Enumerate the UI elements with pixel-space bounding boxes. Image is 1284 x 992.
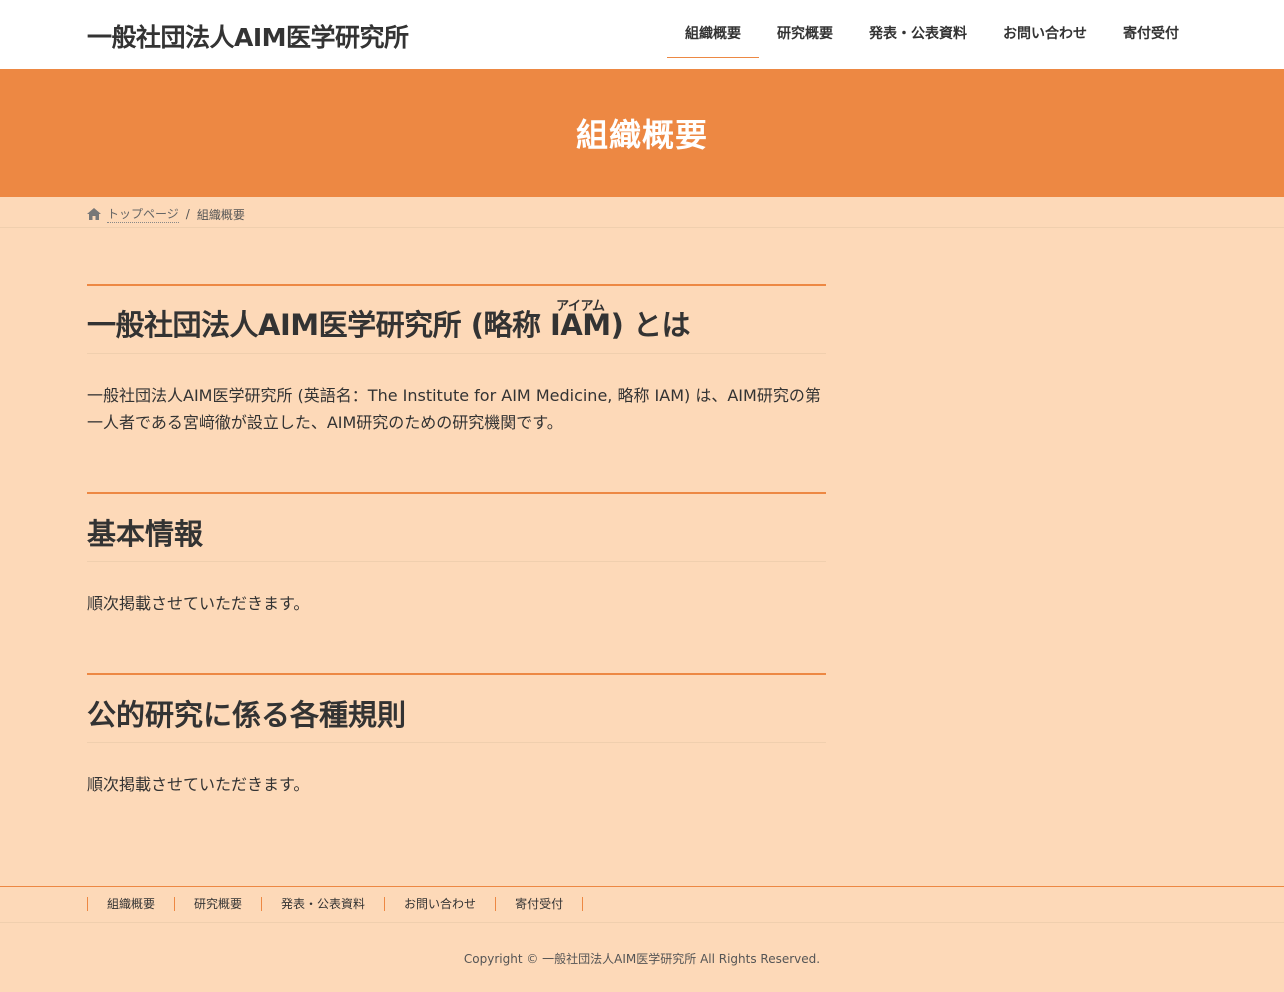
- footer-nav-research[interactable]: 研究概要: [175, 897, 263, 911]
- site-logo[interactable]: 一般社団法人AIM医学研究所: [87, 18, 409, 54]
- nav-item-publications[interactable]: 発表・公表資料: [851, 0, 985, 69]
- nav-item-research[interactable]: 研究概要: [759, 0, 851, 69]
- ruby-word-iam: アイアム IAM: [550, 299, 611, 342]
- page-header: 組織概要: [0, 69, 1284, 197]
- section-body-rules: 順次掲載させていただきます。: [87, 775, 310, 794]
- nav-item-organization[interactable]: 組織概要: [667, 0, 759, 69]
- footer-nav-donation[interactable]: 寄付受付: [496, 897, 584, 911]
- page-title: 組織概要: [575, 116, 708, 154]
- breadcrumb: トップページ / 組織概要: [0, 197, 1284, 228]
- nav-item-donation[interactable]: 寄付受付: [1105, 0, 1197, 69]
- section-title-basic-info: 基本情報: [87, 492, 826, 562]
- section-title-text: 基本情報: [87, 517, 204, 551]
- ruby-reading: アイアム: [556, 299, 605, 314]
- section-title-text: 公的研究に係る各種規則: [87, 698, 407, 732]
- site-header: 一般社団法人AIM医学研究所 組織概要 研究概要 発表・公表資料 お問い合わせ …: [0, 0, 1284, 69]
- nav-item-contact[interactable]: お問い合わせ: [985, 0, 1105, 69]
- section-body-basic-info: 順次掲載させていただきます。: [87, 594, 310, 613]
- footer-nav-organization[interactable]: 組織概要: [88, 897, 176, 911]
- breadcrumb-separator: /: [185, 207, 190, 221]
- home-icon: [87, 208, 101, 220]
- footer-nav-contact[interactable]: お問い合わせ: [385, 897, 497, 911]
- section-title-suffix: ) とは: [610, 308, 691, 342]
- global-nav: 組織概要 研究概要 発表・公表資料 お問い合わせ 寄付受付: [667, 0, 1197, 69]
- section-title-about: 一般社団法人AIM医学研究所 (略称 アイアム IAM) とは: [87, 284, 826, 354]
- breadcrumb-home-link[interactable]: トップページ: [107, 205, 179, 223]
- footer-nav-publications[interactable]: 発表・公表資料: [262, 897, 386, 911]
- section-body-about: 一般社団法人AIM医学研究所 (英語名：The Institute for AI…: [87, 386, 821, 432]
- section-title-prefix: 一般社団法人AIM医学研究所 (略称: [87, 308, 551, 342]
- section-title-rules: 公的研究に係る各種規則: [87, 673, 826, 743]
- copyright: Copyright © 一般社団法人AIM医学研究所 All Rights Re…: [463, 952, 821, 966]
- main-content: 一般社団法人AIM医学研究所 (略称 アイアム IAM) とは 一般社団法人AIM…: [87, 284, 826, 798]
- footer-nav: 組織概要 研究概要 発表・公表資料 お問い合わせ 寄付受付: [0, 886, 1284, 923]
- breadcrumb-current: 組織概要: [196, 207, 245, 222]
